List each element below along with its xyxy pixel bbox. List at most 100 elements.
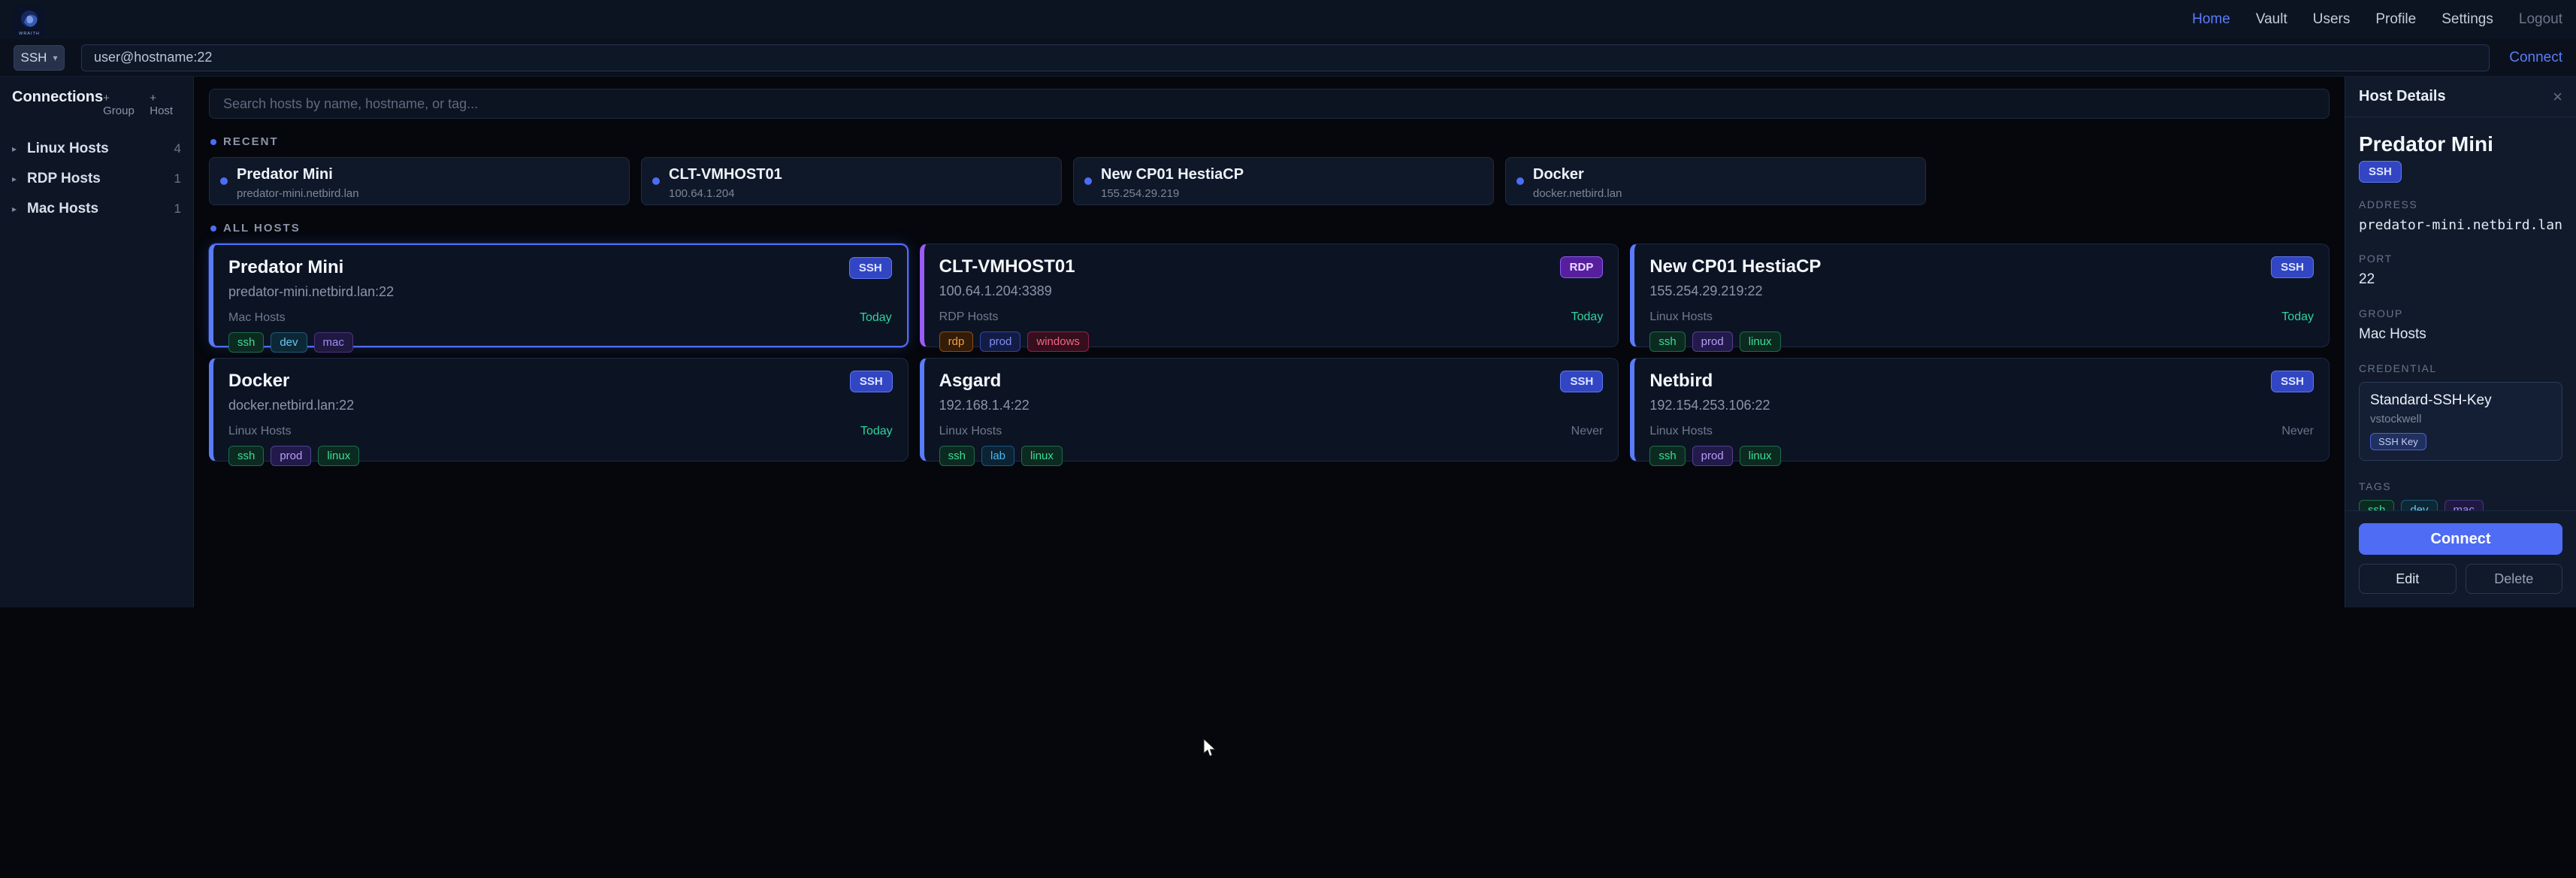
- sidebar-group-label: RDP Hosts: [27, 171, 101, 187]
- tag-pill: prod: [1692, 332, 1733, 352]
- nav-logout[interactable]: Logout: [2519, 11, 2562, 28]
- tag-pill: linux: [318, 446, 359, 466]
- host-card[interactable]: Predator MiniSSHpredator-mini.netbird.la…: [209, 244, 909, 347]
- detail-host-name: Predator Mini: [2359, 132, 2562, 156]
- host-details-title: Host Details: [2359, 88, 2446, 105]
- add-host-button[interactable]: + Host: [150, 92, 181, 117]
- host-card[interactable]: Netbird SSH 192.154.253.106:22 Linux Hosts N…: [1630, 358, 2330, 462]
- recent-host-hostname: 155.254.29.219: [1101, 187, 1481, 200]
- recent-section-header: RECENT: [210, 135, 2330, 148]
- sidebar-group-count: 4: [174, 141, 181, 156]
- delete-button[interactable]: Delete: [2466, 564, 2563, 594]
- host-card[interactable]: AsgardSSH192.168.1.4:22Linux HostsNevers…: [920, 358, 1619, 462]
- protocol-badge: SSH: [850, 371, 893, 392]
- recent-host-card[interactable]: New CP01 HestiaCP 155.254.29.219: [1073, 157, 1494, 205]
- protocol-badge: SSH: [2359, 161, 2402, 183]
- main-nav: Home Vault Users Profile Settings Logout: [2192, 11, 2562, 28]
- sidebar-group-rdp-hosts[interactable]: ▸RDP Hosts1: [12, 164, 181, 194]
- recent-host-name: Docker: [1533, 166, 1913, 183]
- host-card[interactable]: New CP01 HestiaCPSSH155.254.29.219:22Lin…: [1630, 244, 2330, 347]
- port-label: PORT: [2359, 253, 2562, 265]
- recent-host-card[interactable]: CLT-VMHOST01100.64.1.204: [641, 157, 1062, 205]
- sidebar-group-mac-hosts[interactable]: ▸Mac Hosts 1: [12, 194, 181, 224]
- nav-settings[interactable]: Settings: [2441, 11, 2493, 28]
- nav-profile[interactable]: Profile: [2375, 11, 2416, 28]
- nav-vault[interactable]: Vault: [2256, 11, 2287, 28]
- credential-name: Standard-SSH-Key: [2370, 392, 2551, 409]
- address-value: predator-mini.netbird.lan: [2359, 217, 2562, 233]
- protocol-select[interactable]: SSH ▾: [14, 45, 65, 71]
- host-card-address: docker.netbird.lan:22: [228, 398, 893, 413]
- main-area: RECENT Predator Mini predator-mini.netbir…: [194, 77, 2345, 607]
- tag-pill: mac: [2444, 500, 2484, 510]
- chevron-right-icon: ▸: [12, 174, 27, 184]
- host-card[interactable]: DockerSSHdocker.netbird.lan:22Linux Host…: [209, 358, 909, 462]
- credential-card[interactable]: Standard-SSH-Key vstockwell SSH Key: [2359, 382, 2562, 461]
- tags-label: TAGS: [2359, 480, 2562, 492]
- protocol-select-value: SSH: [21, 50, 47, 65]
- tag-pill: ssh: [1649, 446, 1685, 466]
- tag-pill: linux: [1740, 446, 1781, 466]
- chevron-down-icon: ▾: [53, 53, 57, 63]
- add-group-button[interactable]: + Group: [103, 92, 142, 117]
- close-icon[interactable]: ×: [2553, 89, 2562, 105]
- app-logo: WRAITH: [14, 6, 45, 38]
- host-card-address: 155.254.29.219:22: [1649, 283, 2314, 299]
- tag-pill: ssh: [2359, 500, 2394, 510]
- host-card-name: Predator Mini: [228, 257, 343, 278]
- sidebar-group-count: 1: [174, 201, 181, 216]
- protocol-badge: SSH: [1560, 371, 1603, 392]
- recent-host-name: Predator Mini: [237, 166, 617, 183]
- tag-pill: prod: [1692, 446, 1733, 466]
- host-card-address: 192.154.253.106:22: [1649, 398, 2314, 413]
- quick-connect-bar: SSH ▾ Connect: [0, 39, 2576, 77]
- chevron-right-icon: ▸: [12, 204, 27, 214]
- host-card-group: Linux Hosts: [1649, 425, 1713, 438]
- host-details-panel: Host Details × Predator Mini SSH ADDRESS…: [2345, 77, 2576, 607]
- host-card-last-connected: Never: [2281, 425, 2314, 438]
- tag-pill: lab: [981, 446, 1014, 466]
- sidebar-group-linux-hosts[interactable]: ▸Linux Hosts4: [12, 134, 181, 164]
- host-card-name: Docker: [228, 371, 289, 392]
- edit-button[interactable]: Edit: [2359, 564, 2457, 594]
- host-card-last-connected: Today: [2281, 310, 2314, 324]
- quick-connect-input[interactable]: [81, 44, 2490, 71]
- recent-host-name: CLT-VMHOST01: [669, 166, 1049, 183]
- protocol-badge: SSH: [2271, 371, 2314, 392]
- port-value: 22: [2359, 271, 2562, 288]
- tag-pill: rdp: [939, 332, 974, 352]
- connect-button[interactable]: Connect: [2359, 523, 2562, 555]
- host-card-last-connected: Today: [860, 425, 893, 438]
- host-card-group: Linux Hosts: [939, 425, 1002, 438]
- protocol-badge: SSH: [2271, 256, 2314, 278]
- host-card-name: Netbird: [1649, 371, 1713, 392]
- nav-users[interactable]: Users: [2313, 11, 2351, 28]
- online-dot-icon: [652, 177, 660, 185]
- online-dot-icon: [1516, 177, 1524, 185]
- credential-type-badge: SSH Key: [2370, 433, 2426, 450]
- search-input[interactable]: [209, 89, 2330, 119]
- recent-host-hostname: predator-mini.netbird.lan: [237, 187, 617, 200]
- host-card-last-connected: Never: [1571, 425, 1604, 438]
- sidebar-group-label: Linux Hosts: [27, 141, 109, 157]
- tag-pill: prod: [271, 446, 311, 466]
- host-card-address: 192.168.1.4:22: [939, 398, 1604, 413]
- tag-pill: linux: [1021, 446, 1063, 466]
- quick-connect-button[interactable]: Connect: [2509, 50, 2562, 66]
- host-card-address: 100.64.1.204:3389: [939, 283, 1604, 299]
- top-nav-bar: WRAITH Home Vault Users Profile Settings Logo…: [0, 0, 2576, 39]
- host-card-name: CLT-VMHOST01: [939, 256, 1075, 277]
- recent-host-card[interactable]: Predator Mini predator-mini.netbird.lan: [209, 157, 630, 205]
- address-label: ADDRESS: [2359, 198, 2562, 210]
- sidebar-group-label: Mac Hosts: [27, 201, 98, 217]
- host-card-last-connected: Today: [860, 311, 892, 325]
- nav-home[interactable]: Home: [2192, 11, 2230, 28]
- host-card-group: Linux Hosts: [1649, 310, 1713, 324]
- online-dot-icon: [1084, 177, 1092, 185]
- tag-pill: mac: [314, 332, 353, 353]
- tag-pill: dev: [271, 332, 307, 353]
- recent-host-card[interactable]: Dockerdocker.netbird.lan: [1505, 157, 1926, 205]
- section-dot-icon: [210, 139, 216, 145]
- recent-host-name: New CP01 HestiaCP: [1101, 166, 1481, 183]
- host-card[interactable]: CLT-VMHOST01RDP100.64.1.204:3389RDP Host…: [920, 244, 1619, 347]
